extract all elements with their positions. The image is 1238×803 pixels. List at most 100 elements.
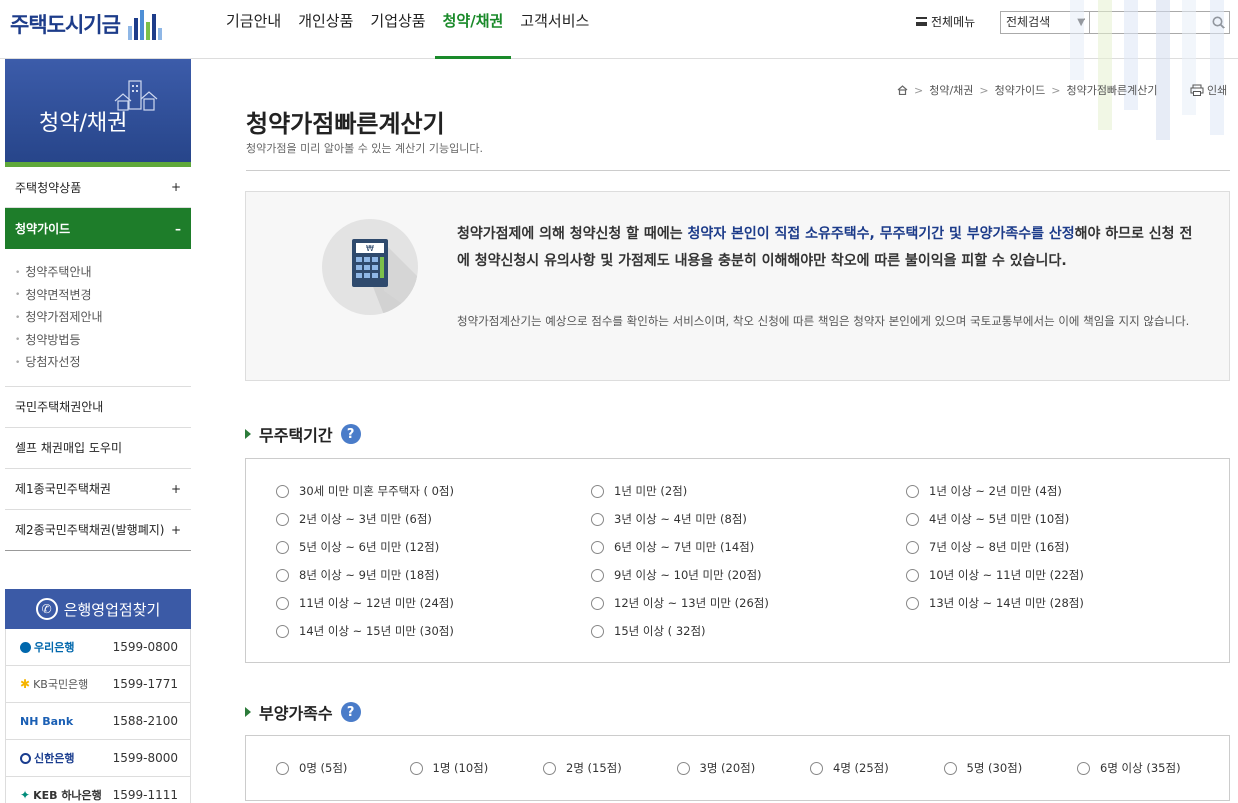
hamburger-icon [916, 17, 927, 26]
radio-option[interactable]: 14년 이상 ~ 15년 미만 (30점) [276, 623, 454, 639]
radio-button[interactable] [409, 761, 423, 775]
sidebar-submenu: 청약주택안내 청약면적변경 청약가점제안내 청약방법등 당첨자선정 [5, 249, 191, 387]
radio-button[interactable] [906, 512, 919, 526]
help-icon[interactable]: ? [340, 702, 361, 722]
sidebar-item-subscription-guide[interactable]: 청약가이드 – [5, 208, 191, 249]
submenu-item[interactable]: 청약방법등 [15, 329, 191, 352]
submenu-item[interactable]: 청약면적변경 [15, 284, 191, 307]
radio-button[interactable] [1077, 761, 1090, 775]
nav-personal-products[interactable]: 개인상품 [290, 0, 361, 59]
radio-option[interactable]: 30세 미만 미혼 무주택자 ( 0점) [276, 483, 454, 499]
main-nav: 기금안내 개인상품 기업상품 청약/채권 고객서비스 [218, 0, 598, 59]
sidebar-item-bond-type2[interactable]: 제2종국민주택채권(발행폐지) + [5, 510, 191, 551]
nav-subscription-bonds[interactable]: 청약/채권 [434, 0, 512, 59]
radio-button[interactable] [591, 596, 604, 610]
radio-option[interactable]: 11년 이상 ~ 12년 미만 (24점) [276, 595, 454, 611]
sidebar-item-label: 제1종국민주택채권 [15, 482, 111, 496]
printer-icon [1190, 84, 1204, 96]
bank-row[interactable]: ✦ KEB 하나은행 1599-1111 [5, 777, 191, 803]
radio-button[interactable] [591, 540, 604, 554]
radio-button[interactable] [543, 761, 556, 775]
radio-button[interactable] [906, 540, 919, 554]
radio-option[interactable]: 5명 (30점) [943, 760, 1023, 776]
home-icon[interactable] [897, 85, 908, 95]
bank-name-text: 신한은행 [34, 752, 75, 765]
radio-option[interactable]: 6명 이상 (35점) [1077, 760, 1181, 776]
bank-row[interactable]: 신한은행 1599-8000 [5, 740, 191, 777]
sidebar-item-bond-type1[interactable]: 제1종국민주택채권 + [5, 469, 191, 510]
radio-option[interactable]: 1년 미만 (2점) [591, 483, 687, 499]
radio-option[interactable]: 2명 (15점) [543, 760, 622, 776]
radio-button[interactable] [276, 624, 289, 638]
radio-option[interactable]: 2년 이상 ~ 3년 미만 (6점) [276, 511, 432, 527]
radio-button[interactable] [906, 596, 919, 610]
radio-button[interactable] [591, 512, 604, 526]
radio-button[interactable] [906, 568, 919, 582]
all-menu-button[interactable]: 전체메뉴 [916, 13, 975, 30]
radio-button[interactable] [276, 761, 289, 775]
bank-finder-title: 은행영업점찾기 [63, 600, 161, 619]
submenu-item[interactable]: 청약주택안내 [15, 261, 191, 284]
radio-option[interactable]: 9년 이상 ~ 10년 미만 (20점) [591, 567, 762, 583]
help-icon[interactable]: ? [340, 424, 361, 444]
radio-option[interactable]: 3명 (20점) [676, 760, 755, 776]
radio-button[interactable] [906, 484, 919, 498]
radio-option[interactable]: 7년 이상 ~ 8년 미만 (16점) [906, 539, 1069, 555]
radio-option[interactable]: 1명 (10점) [409, 760, 488, 776]
print-button[interactable]: 인쇄 [1190, 82, 1227, 98]
radio-button[interactable] [276, 568, 289, 582]
radio-button[interactable] [591, 624, 604, 638]
logo-text: 주택도시기금 [10, 13, 121, 37]
nav-fund-info[interactable]: 기금안내 [218, 0, 289, 59]
nav-customer-service[interactable]: 고객서비스 [512, 0, 597, 59]
radio-option[interactable]: 4년 이상 ~ 5년 미만 (10점) [906, 511, 1069, 527]
radio-button[interactable] [943, 761, 957, 775]
radio-button[interactable] [276, 540, 289, 554]
sidebar-item-national-bond-guide[interactable]: 국민주택채권안내 [5, 387, 191, 428]
radio-option[interactable]: 0명 (5점) [276, 760, 347, 776]
radio-option[interactable]: 5년 이상 ~ 6년 미만 (12점) [276, 539, 439, 555]
bank-phone: 1599-0800 [112, 640, 178, 654]
radio-option[interactable]: 1년 이상 ~ 2년 미만 (4점) [906, 483, 1062, 499]
hana-logo-icon: ✦ [20, 788, 31, 802]
radio-option[interactable]: 6년 이상 ~ 7년 미만 (14점) [591, 539, 754, 555]
bank-name: 신한은행 [20, 750, 74, 766]
submenu-item[interactable]: 당첨자선정 [15, 351, 191, 374]
sidebar-item-label: 청약가이드 [15, 222, 71, 236]
sidebar-item-self-bond-helper[interactable]: 셀프 채권매입 도우미 [5, 428, 191, 469]
search-button[interactable] [1207, 11, 1230, 34]
radio-button[interactable] [810, 761, 823, 775]
radio-button[interactable] [276, 512, 289, 526]
bank-row[interactable]: ✱ KB국민은행 1599-1771 [5, 666, 191, 703]
radio-button[interactable] [591, 568, 604, 582]
sidebar-item-housing-subscription[interactable]: 주택청약상품 + [5, 167, 191, 208]
radio-option[interactable]: 12년 이상 ~ 13년 미만 (26점) [591, 595, 769, 611]
radio-button[interactable] [591, 484, 604, 498]
nav-corporate-products[interactable]: 기업상품 [362, 0, 433, 59]
submenu-item[interactable]: 청약가점제안내 [15, 306, 191, 329]
search-scope-select[interactable]: 전체검색 ▼ [1000, 11, 1090, 34]
breadcrumb-item[interactable]: 청약/채권 [929, 82, 973, 98]
radio-option[interactable]: 4명 (25점) [810, 760, 889, 776]
all-menu-label: 전체메뉴 [931, 15, 976, 29]
radio-button[interactable] [276, 596, 289, 610]
logo[interactable]: 주택도시기금 [10, 8, 162, 40]
radio-button[interactable] [276, 484, 289, 498]
bank-row[interactable]: NH Bank 1588-2100 [5, 703, 191, 740]
radio-option[interactable]: 13년 이상 ~ 14년 미만 (28점) [906, 595, 1084, 611]
radio-option[interactable]: 8년 이상 ~ 9년 미만 (18점) [276, 567, 439, 583]
bank-finder-header[interactable]: ✆ 은행영업점찾기 [5, 589, 191, 629]
bank-row[interactable]: 우리은행 1599-0800 [5, 629, 191, 666]
bank-name-text: KB국민은행 [33, 678, 89, 691]
radio-option[interactable]: 15년 이상 ( 32점) [591, 623, 706, 639]
radio-label: 5명 (30점) [966, 761, 1023, 775]
radio-option[interactable]: 3년 이상 ~ 4년 미만 (8점) [591, 511, 747, 527]
section-title-text: 무주택기간 [259, 426, 333, 445]
breadcrumb-item[interactable]: 청약가이드 [995, 82, 1046, 98]
radio-button[interactable] [676, 761, 690, 775]
radio-label: 6명 이상 (35점) [1100, 761, 1181, 775]
bank-name: ✱ KB국민은행 [20, 676, 88, 692]
radio-option[interactable]: 10년 이상 ~ 11년 미만 (22점) [906, 567, 1084, 583]
section-title-text: 부양가족수 [259, 704, 333, 723]
sidebar-item-label: 제2종국민주택채권(발행폐지) [15, 523, 165, 537]
